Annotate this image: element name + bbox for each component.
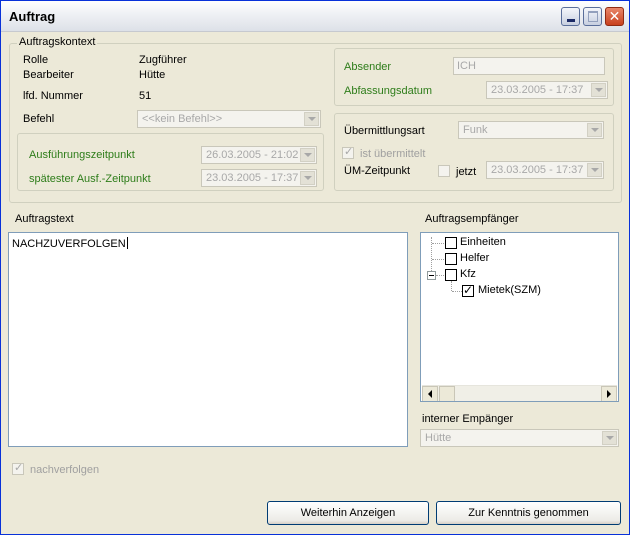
abfassungsdatum-value: 23.03.2005 - 17:37 xyxy=(491,84,584,96)
window-title: Auftrag xyxy=(9,9,56,24)
jetzt-checkbox[interactable] xyxy=(438,165,450,177)
mietek-checkbox[interactable]: ✓ xyxy=(462,283,474,297)
befehl-select-value: <<kein Befehl>> xyxy=(142,113,223,125)
chevron-down-icon xyxy=(307,117,316,121)
auftragstext-input[interactable]: NACHZUVERFOLGEN xyxy=(8,232,408,447)
weiterhin-anzeigen-button[interactable]: Weiterhin Anzeigen xyxy=(267,501,429,525)
ausfuehrung-label: Ausführungszeitpunkt xyxy=(29,149,135,161)
horizontal-scrollbar[interactable] xyxy=(422,385,617,401)
bearbeiter-label: Bearbeiter xyxy=(23,69,74,81)
ist-uebermittelt-checkbox[interactable]: ✓ xyxy=(342,145,354,159)
chevron-down-icon xyxy=(303,176,312,180)
helfer-checkbox[interactable] xyxy=(445,253,457,265)
uebermittlungsart-dropdown-arrow[interactable] xyxy=(587,123,602,137)
abfassungsdatum-label: Abfassungsdatum xyxy=(344,85,433,97)
chevron-down-icon xyxy=(605,436,614,440)
interner-empfaenger-dropdown-arrow[interactable] xyxy=(602,431,617,445)
check-icon: ✓ xyxy=(14,461,24,474)
tree-item-label: Einheiten xyxy=(460,236,506,248)
um-zeitpunkt-select[interactable]: 23.03.2005 - 17:37 xyxy=(486,161,604,179)
arrow-left-icon xyxy=(428,390,432,398)
spaetester-select[interactable]: 23.03.2005 - 17:37 xyxy=(201,169,317,187)
interner-empfaenger-label: interner Empänger xyxy=(422,413,514,425)
absender-label: Absender xyxy=(344,61,392,73)
tree-line xyxy=(432,259,446,260)
um-zeitpunkt-value: 23.03.2005 - 17:37 xyxy=(491,164,584,176)
tree-item-label: Mietek(SZM) xyxy=(478,284,541,296)
minimize-button[interactable] xyxy=(561,7,580,26)
ist-uebermittelt-label: ist übermittelt xyxy=(360,148,426,160)
minimize-icon xyxy=(566,18,575,22)
bearbeiter-value: Hütte xyxy=(139,69,166,81)
auftragskontext-legend: Auftragskontext xyxy=(17,36,98,48)
auftrag-window: Auftrag ✕ Auftragskontext Rolle Zugführe… xyxy=(0,0,630,535)
maximize-icon xyxy=(587,11,598,22)
empfaenger-tree[interactable]: Einheiten Helfer Kfz ✓ Mietek(SZM) xyxy=(420,232,619,402)
abfassungsdatum-dropdown-arrow[interactable] xyxy=(591,83,606,97)
check-icon: ✓ xyxy=(463,283,474,297)
befehl-label: Befehl xyxy=(23,113,55,125)
tree-item-label: Helfer xyxy=(460,252,490,264)
absender-field[interactable]: ICH xyxy=(453,57,605,75)
befehl-select[interactable]: <<kein Befehl>> xyxy=(137,110,321,128)
befehl-dropdown-arrow[interactable] xyxy=(304,112,319,126)
spaetester-dropdown-arrow[interactable] xyxy=(300,171,315,185)
spaetester-select-value: 23.03.2005 - 17:37 xyxy=(206,172,299,184)
interner-empfaenger-value: Hütte xyxy=(425,432,452,444)
chevron-down-icon xyxy=(303,153,312,157)
nachverfolgen-label: nachverfolgen xyxy=(30,464,100,476)
chevron-down-icon xyxy=(590,168,599,172)
arrow-right-icon xyxy=(607,390,611,398)
nachverfolgen-checkbox[interactable]: ✓ xyxy=(12,461,24,475)
rolle-label: Rolle xyxy=(23,54,49,66)
auftragstext-value: NACHZUVERFOLGEN xyxy=(12,238,126,250)
check-icon: ✓ xyxy=(344,145,354,158)
text-cursor xyxy=(126,237,128,249)
close-button[interactable]: ✕ xyxy=(605,7,624,26)
zur-kenntnis-button[interactable]: Zur Kenntnis genommen xyxy=(436,501,621,525)
ausfuehrung-dropdown-arrow[interactable] xyxy=(300,148,315,162)
maximize-button[interactable] xyxy=(583,7,602,26)
nummer-value: 51 xyxy=(139,90,152,102)
uebermittlungsart-select[interactable]: Funk xyxy=(458,121,604,139)
interner-empfaenger-select[interactable]: Hütte xyxy=(420,429,619,447)
scroll-right-button[interactable] xyxy=(601,386,617,401)
uebermittlungsart-label: Übermittlungsart xyxy=(344,125,425,137)
abfassungsdatum-select[interactable]: 23.03.2005 - 17:37 xyxy=(486,81,608,99)
chevron-down-icon xyxy=(594,88,603,92)
auftragstext-label: Auftragstext xyxy=(15,213,74,225)
scroll-thumb[interactable] xyxy=(439,386,455,401)
tree-item-label: Kfz xyxy=(460,268,476,280)
ausfuehrung-select[interactable]: 26.03.2005 - 21:02 xyxy=(201,146,317,164)
tree-line xyxy=(451,281,452,291)
jetzt-label: jetzt xyxy=(456,166,477,178)
close-icon: ✕ xyxy=(608,8,621,25)
um-zeitpunkt-label: ÜM-Zeitpunkt xyxy=(344,165,411,177)
title-bar[interactable]: Auftrag ✕ xyxy=(1,1,629,32)
auftragsempfaenger-label: Auftragsempfänger xyxy=(425,213,519,225)
collapse-icon[interactable] xyxy=(427,271,436,280)
scroll-left-button[interactable] xyxy=(422,386,438,401)
kfz-checkbox[interactable] xyxy=(445,269,457,281)
einheiten-checkbox[interactable] xyxy=(445,237,457,249)
spaetester-label: spätester Ausf.-Zeitpunkt xyxy=(29,173,151,185)
rolle-value: Zugführer xyxy=(139,54,187,66)
tree-line xyxy=(432,243,446,244)
tree-line xyxy=(452,291,462,292)
uebermittlungsart-value: Funk xyxy=(463,124,488,136)
um-zeitpunkt-dropdown-arrow[interactable] xyxy=(587,163,602,177)
nummer-label: lfd. Nummer xyxy=(23,90,83,102)
chevron-down-icon xyxy=(590,128,599,132)
ausfuehrung-select-value: 26.03.2005 - 21:02 xyxy=(206,149,299,161)
